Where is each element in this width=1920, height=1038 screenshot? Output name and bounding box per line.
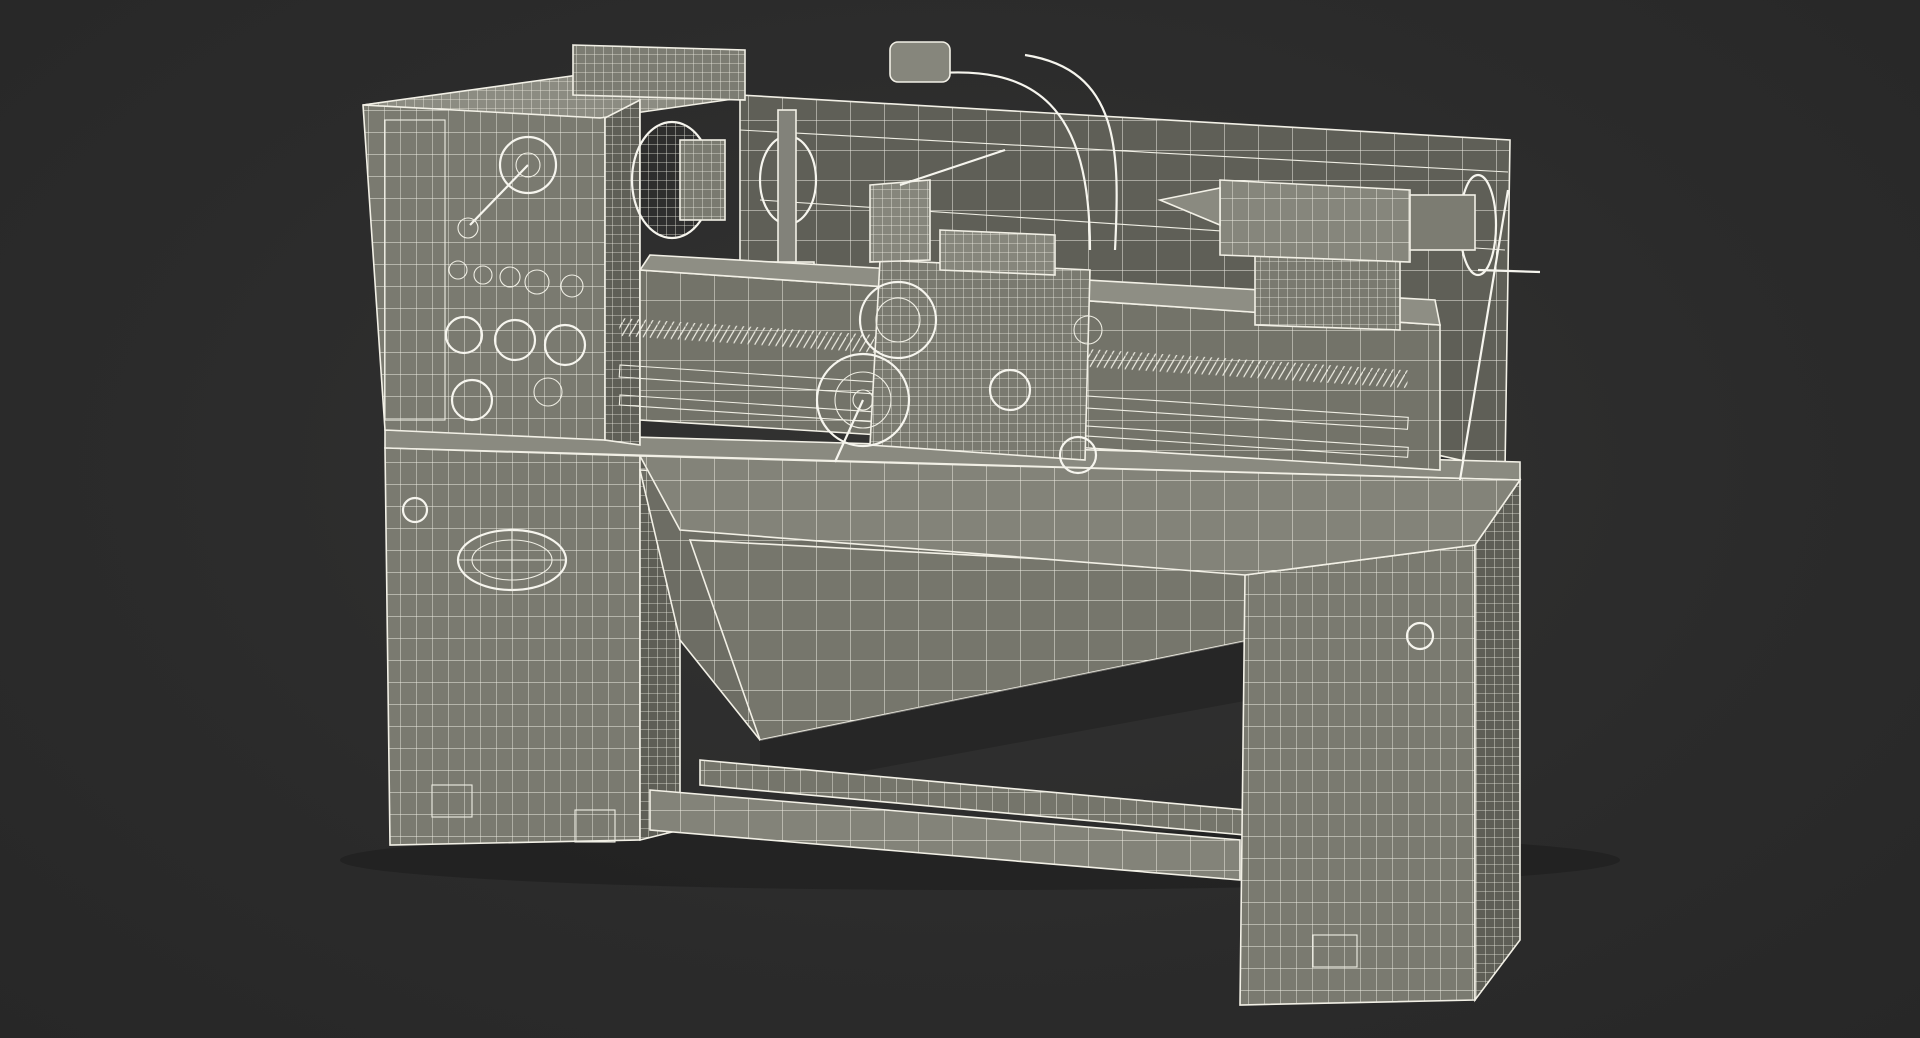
lathe-wireframe-model bbox=[340, 41, 1620, 1006]
left-pedestal-cabinet bbox=[384, 447, 681, 846]
render-viewport bbox=[0, 0, 1920, 1038]
three-jaw-chuck bbox=[630, 120, 726, 240]
